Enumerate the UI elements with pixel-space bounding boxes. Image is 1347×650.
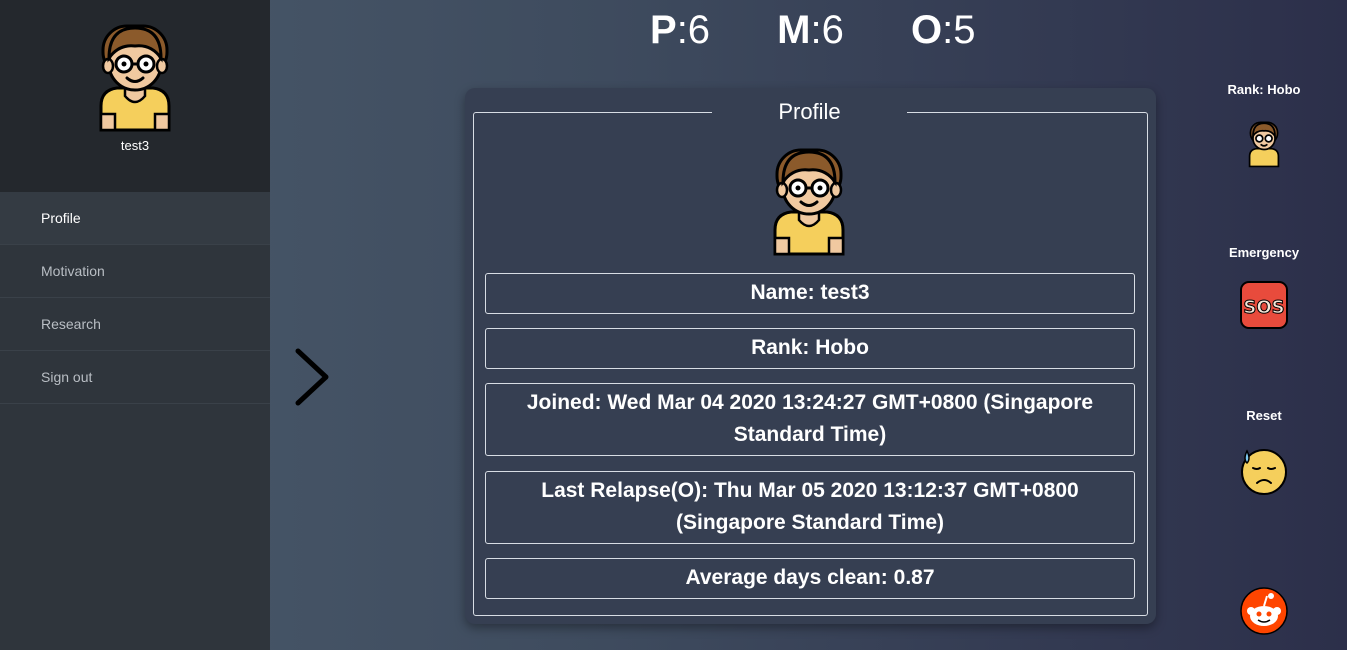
- sidebar-item-profile[interactable]: Profile: [0, 192, 270, 245]
- profile-last-relapse-field: Last Relapse(O): Thu Mar 05 2020 13:12:3…: [485, 471, 1135, 544]
- emergency-panel: Emergency SOS: [1204, 245, 1324, 330]
- profile-avatar-icon: [773, 148, 845, 256]
- sad-face-icon[interactable]: [1239, 445, 1289, 495]
- sidebar-username: test3: [120, 138, 150, 153]
- sos-icon[interactable]: SOS: [1239, 280, 1289, 330]
- stat-m: M:6: [777, 8, 844, 52]
- sidebar: test3 Profile Motivation Research Sign o…: [0, 0, 270, 650]
- profile-rank-field: Rank: Hobo: [485, 328, 1135, 369]
- reddit-panel: [1204, 586, 1324, 636]
- stat-p: P:6: [650, 8, 710, 52]
- stat-p-value: :6: [676, 8, 711, 52]
- stat-m-key: M: [777, 8, 811, 52]
- profile-name-field: Name: test3: [485, 273, 1135, 314]
- sidebar-item-motivation[interactable]: Motivation: [0, 245, 270, 298]
- rank-avatar-icon[interactable]: [1247, 119, 1281, 169]
- emergency-label: Emergency: [1228, 245, 1300, 260]
- reset-panel: Reset: [1204, 408, 1324, 495]
- profile-card: Profile Name: test3 Rank: Hobo Joined: W…: [465, 88, 1156, 624]
- reset-label: Reset: [1246, 408, 1282, 423]
- stats-bar: P:6 M:6 O:5: [650, 8, 975, 53]
- sidebar-item-sign-out[interactable]: Sign out: [0, 351, 270, 404]
- sidebar-item-research[interactable]: Research: [0, 298, 270, 351]
- profile-card-title: Profile: [712, 98, 907, 126]
- stat-o-key: O: [910, 8, 943, 52]
- stat-p-key: P: [650, 8, 677, 52]
- sos-text: SOS: [1243, 297, 1284, 318]
- user-avatar-icon: [99, 24, 171, 132]
- profile-joined-field: Joined: Wed Mar 04 2020 13:24:27 GMT+080…: [485, 383, 1135, 456]
- sidebar-header: test3: [0, 0, 270, 192]
- chevron-right-icon[interactable]: [290, 345, 334, 409]
- stat-o-value: :5: [942, 8, 976, 52]
- profile-average-field: Average days clean: 0.87: [485, 558, 1135, 599]
- rank-label: Rank: Hobo: [1227, 82, 1301, 97]
- reddit-icon[interactable]: [1239, 586, 1289, 636]
- stat-m-value: :6: [810, 8, 844, 52]
- stat-o: O:5: [911, 8, 975, 52]
- rank-panel: Rank: Hobo: [1204, 82, 1324, 169]
